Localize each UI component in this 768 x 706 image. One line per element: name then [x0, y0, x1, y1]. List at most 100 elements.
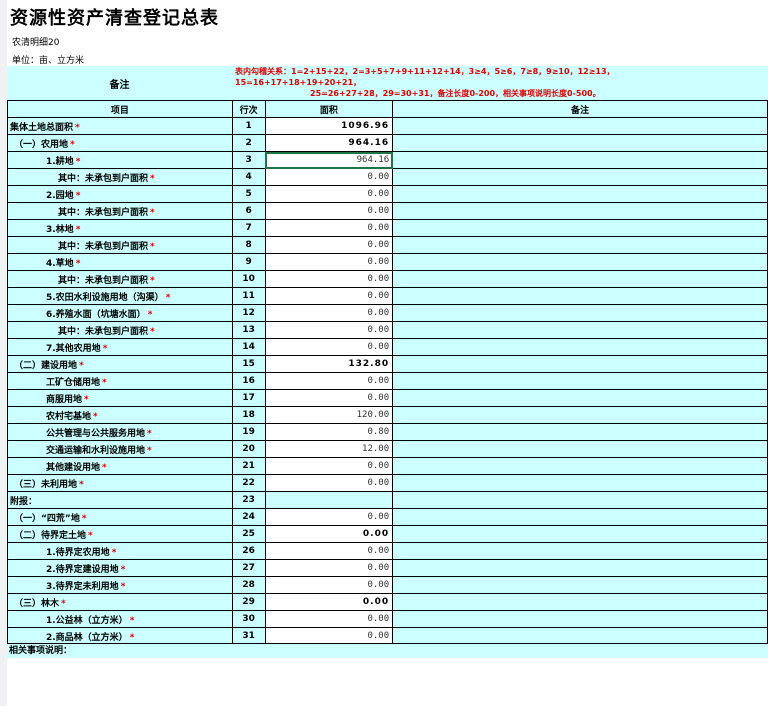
area-cell[interactable]: 0.00 — [264, 576, 394, 594]
table-row: 其中：未承包到户面积 * 13 0.00 — [7, 321, 768, 339]
note-cell[interactable] — [392, 338, 768, 356]
table-row: 2.园地 * 5 0.00 — [7, 185, 768, 203]
area-cell[interactable]: 0.00 — [264, 389, 394, 407]
area-cell[interactable]: 964.16 — [264, 134, 394, 152]
required-marker: * — [75, 224, 81, 235]
row-item-label: 工矿仓储用地 * — [7, 372, 233, 390]
note-cell[interactable] — [392, 270, 768, 288]
area-cell[interactable]: 0.00 — [264, 593, 394, 611]
area-cell[interactable]: 0.00 — [264, 202, 394, 220]
area-cell[interactable]: 0.00 — [264, 627, 394, 645]
row-number: 11 — [231, 287, 266, 305]
area-cell[interactable]: 0.00 — [264, 287, 394, 305]
note-cell[interactable] — [392, 321, 768, 339]
item-text: （一）“四荒”地 — [14, 513, 80, 524]
required-marker: * — [102, 377, 107, 388]
required-marker: * — [79, 479, 84, 490]
table-row: 3.待界定未利用地 * 28 0.00 — [7, 576, 768, 594]
required-marker: * — [129, 615, 135, 626]
note-cell[interactable] — [392, 593, 768, 611]
note-cell[interactable] — [392, 406, 768, 424]
table-row: 工矿仓储用地 * 16 0.00 — [7, 372, 768, 390]
note-cell[interactable] — [392, 355, 768, 373]
note-cell[interactable] — [392, 474, 768, 492]
table-row: 其他建设用地 * 21 0.00 — [7, 457, 768, 475]
table-row: 商服用地 * 17 0.00 — [7, 389, 768, 407]
note-cell[interactable] — [392, 372, 768, 390]
area-cell[interactable]: 0.00 — [264, 372, 394, 390]
note-cell[interactable] — [392, 151, 768, 169]
row-item-label: 其中：未承包到户面积 * — [7, 202, 233, 220]
note-cell[interactable] — [392, 202, 768, 220]
area-cell[interactable]: 0.00 — [264, 542, 394, 560]
area-cell[interactable]: 12.00 — [264, 440, 394, 458]
remarks-label: 相关事项说明： — [7, 643, 768, 658]
item-text: 交通运输和水利设施用地 — [46, 445, 146, 456]
area-cell[interactable]: 0.00 — [264, 321, 394, 339]
required-marker: * — [75, 122, 80, 133]
area-cell[interactable]: 0.00 — [264, 559, 394, 577]
note-cell[interactable] — [392, 219, 768, 237]
item-text: 其中：未承包到户面积 — [58, 241, 149, 252]
row-item-label: 农村宅基地 * — [7, 406, 233, 424]
note-cell[interactable] — [392, 542, 768, 560]
note-cell[interactable] — [392, 457, 768, 475]
row-number: 15 — [231, 355, 266, 373]
area-cell[interactable]: 0.00 — [264, 508, 394, 526]
row-number: 6 — [231, 202, 266, 220]
note-cell[interactable] — [392, 117, 768, 135]
area-cell[interactable]: 1096.96 — [264, 117, 394, 135]
table-row: 1.公益林（立方米） * 30 0.00 — [7, 610, 768, 628]
area-cell[interactable]: 0.00 — [264, 610, 394, 628]
row-item-label: 交通运输和水利设施用地 * — [7, 440, 233, 458]
area-cell[interactable]: 0.00 — [264, 219, 394, 237]
area-cell[interactable]: 964.16 — [264, 151, 394, 169]
area-cell[interactable]: 0.00 — [264, 270, 394, 288]
required-marker: * — [102, 462, 107, 473]
row-number: 2 — [231, 134, 266, 152]
note-cell[interactable] — [392, 440, 768, 458]
note-cell[interactable] — [392, 185, 768, 203]
note-cell[interactable] — [392, 525, 768, 543]
rules-line-2: 15=16+17+18+19+20+21， — [235, 78, 362, 87]
note-cell[interactable] — [392, 491, 768, 509]
note-cell[interactable] — [392, 423, 768, 441]
note-cell[interactable] — [392, 508, 768, 526]
area-cell[interactable]: 0.00 — [264, 304, 394, 322]
note-cell[interactable] — [392, 168, 768, 186]
note-cell[interactable] — [392, 236, 768, 254]
note-cell[interactable] — [392, 576, 768, 594]
area-cell[interactable]: 0.80 — [264, 423, 394, 441]
area-cell[interactable]: 0.00 — [264, 168, 394, 186]
area-cell[interactable]: 132.80 — [264, 355, 394, 373]
area-cell[interactable]: 0.00 — [264, 525, 394, 543]
area-cell[interactable]: 0.00 — [264, 474, 394, 492]
sheet-code: 农清明细20 — [12, 38, 60, 48]
area-cell[interactable] — [264, 491, 394, 509]
area-cell[interactable]: 0.00 — [264, 253, 394, 271]
note-cell[interactable] — [392, 253, 768, 271]
note-cell[interactable] — [392, 559, 768, 577]
table-row: 其中：未承包到户面积 * 10 0.00 — [7, 270, 768, 288]
note-cell[interactable] — [392, 389, 768, 407]
row-item-label: 其中：未承包到户面积 * — [7, 321, 233, 339]
area-cell[interactable]: 0.00 — [264, 457, 394, 475]
row-number: 7 — [231, 219, 266, 237]
note-cell[interactable] — [392, 610, 768, 628]
area-cell[interactable]: 0.00 — [264, 185, 394, 203]
note-cell[interactable] — [392, 627, 768, 645]
note-cell[interactable] — [392, 304, 768, 322]
note-cell[interactable] — [392, 287, 768, 305]
area-cell[interactable]: 120.00 — [264, 406, 394, 424]
area-cell[interactable]: 0.00 — [264, 338, 394, 356]
row-item-label: （三）林木 * — [7, 593, 233, 611]
area-cell[interactable]: 0.00 — [264, 236, 394, 254]
row-item-label: 商服用地 * — [7, 389, 233, 407]
column-header-item: 项目 — [7, 100, 233, 118]
table-row: （三）林木 * 29 0.00 — [7, 593, 768, 611]
row-number: 17 — [231, 389, 266, 407]
row-item-label: 其中：未承包到户面积 * — [7, 168, 233, 186]
note-cell[interactable] — [392, 134, 768, 152]
required-marker: * — [88, 530, 93, 541]
row-number: 22 — [231, 474, 266, 492]
